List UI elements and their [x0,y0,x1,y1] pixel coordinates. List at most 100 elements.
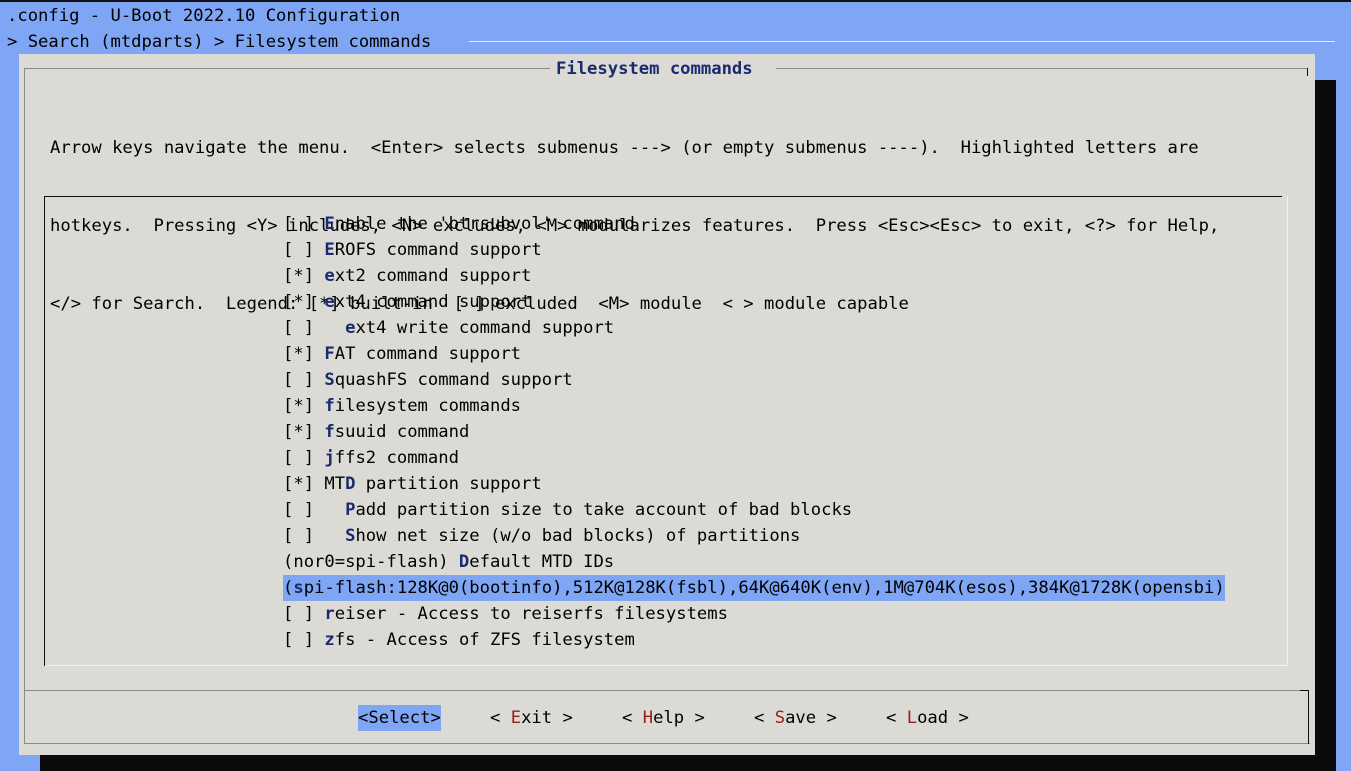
menu-item-prefix: (nor0=spi-flash) [283,552,459,572]
help-line: Arrow keys navigate the menu. <Enter> se… [50,138,1199,158]
menu-item-label: ROFS command support [334,240,542,260]
button-label: ave > [785,708,837,728]
exit-button[interactable]: < Exit > [490,705,573,731]
menu-item[interactable]: [ ] Padd partition size to take account … [283,497,1221,523]
menu-item-prefix: [*] [283,396,325,416]
menu-item-hotkey: j [324,448,335,468]
button-separator [1300,690,1309,691]
button-label: oad > [917,708,969,728]
menu-item-label: suuid command [334,422,470,442]
menu-item-hotkey: F [324,344,335,364]
button-bracket: < [754,708,775,728]
menu-item-prefix: [ ] [283,318,346,338]
menu-item-prefix: [*] [283,344,325,364]
menu-item-label: quashFS command support [334,370,573,390]
button-bracket: < [622,708,643,728]
button-hotkey: S [368,708,379,728]
button-hotkey: H [642,708,654,728]
select-button[interactable]: <Select> [358,705,441,731]
menu-item-hotkey: z [324,630,335,650]
menu-item-hotkey: e [324,292,335,312]
menu-item-hotkey: r [324,604,335,624]
menu-frame [44,196,45,666]
dialog-title: Filesystem commands [556,59,753,79]
menu-item-hotkey: P [345,500,356,520]
menu-item-label: partition support [355,474,542,494]
button-hotkey: L [906,708,918,728]
menu-item-hotkey: f [324,422,335,442]
breadcrumb: > Search (mtdparts) > Filesystem command… [7,32,432,52]
menu-item-label: xt4 write command support [355,318,615,338]
menu-item[interactable]: [*] MTD partition support [283,471,1221,497]
menu-item[interactable]: [*] ext4 command support [283,289,1221,315]
menu-frame [44,196,1282,197]
menu-item-prefix: [ ] [283,604,325,624]
help-button[interactable]: < Help > [622,705,705,731]
button-hotkey: S [774,708,786,728]
top-edge [0,0,1351,2]
menu-item-hotkey: D [458,552,470,572]
button-bar: <Select> < Exit > < Help > < Save > < Load > [0,705,1351,731]
menu-item-label: add partition size to take account of ba… [355,500,853,520]
menu-item-prefix: [ ] [283,214,325,234]
menu-item-hotkey: S [345,526,356,546]
menu-item-label: ilesystem commands [334,396,522,416]
menu-item-hotkey: s [293,578,304,598]
menu-item[interactable]: [ ] ext4 write command support [283,315,1221,341]
button-hotkey: E [510,708,522,728]
menu-frame [1287,196,1288,666]
menu-item[interactable]: [ ] reiser - Access to reiserfs filesyst… [283,601,1221,627]
dialog-shadow-right [1315,80,1336,771]
menu-item[interactable]: [*] filesystem commands [283,393,1221,419]
button-bracket: < [886,708,907,728]
menu-item-label: eiser - Access to reiserfs filesystems [334,604,728,624]
menu-item-label: AT command support [334,344,522,364]
menu-item-hotkey: e [324,266,335,286]
menu-item-prefix: [ ] [283,448,325,468]
load-button[interactable]: < Load > [886,705,969,731]
menu-item-hotkey: E [324,214,335,234]
menu-item-label: xt4 command support [334,292,532,312]
menu-frame [44,656,45,666]
dialog-shadow-bottom [40,755,1336,771]
menu-item-hotkey: f [324,396,335,416]
button-label: elp > [653,708,705,728]
menu-item[interactable]: [ ] zfs - Access of ZFS filesystem [283,627,1221,653]
menu-item[interactable]: [*] fsuuid command [283,419,1221,445]
button-bracket: < [490,708,511,728]
breadcrumb-rule [469,41,1335,42]
menu-item[interactable]: [ ] jffs2 command [283,445,1221,471]
menu-item-prefix: ( [283,578,294,598]
menu-item-hotkey: D [345,474,356,494]
menu-item-prefix: [ ] [283,240,325,260]
button-label: xit > [521,708,573,728]
menu-item-label: how net size (w/o bad blocks) of partiti… [355,526,801,546]
dialog-border [1307,68,1308,76]
menu-item[interactable]: (nor0=spi-flash) Default MTD IDs [283,549,1221,575]
menu-item[interactable]: [ ] Show net size (w/o bad blocks) of pa… [283,523,1221,549]
menu-item-hotkey: S [324,370,335,390]
button-label: elect> [378,708,441,728]
save-button[interactable]: < Save > [754,705,837,731]
menu-list: [ ] Enable the 'btrsubvol' command[ ] ER… [283,211,1225,653]
button-separator [24,690,1309,691]
menu-item-prefix: [*] [283,266,325,286]
menu-item-label: xt2 command support [334,266,532,286]
window-title: .config - U-Boot 2022.10 Configuration [7,6,401,26]
menu-item[interactable]: [ ] SquashFS command support [283,367,1221,393]
button-bracket: < [358,708,369,728]
menu-item[interactable]: [*] FAT command support [283,341,1221,367]
menu-item[interactable]: [ ] EROFS command support [283,237,1221,263]
menu-item[interactable]: (spi-flash:128K@0(bootinfo),512K@128K(fs… [283,575,1225,601]
menu-item-label: pi-flash:128K@0(bootinfo),512K@128K(fsbl… [303,578,1225,598]
menu-item[interactable]: [ ] Enable the 'btrsubvol' command [283,211,1221,237]
dialog-border [25,68,550,69]
menu-item-prefix: [*] [283,422,325,442]
menu-item-prefix: [ ] [283,370,325,390]
menu-item[interactable]: [*] ext2 command support [283,263,1221,289]
dialog-border [24,68,25,744]
menu-item-hotkey: e [345,318,356,338]
menu-item-label: ffs2 command [334,448,459,468]
menu-item-prefix: [ ] [283,630,325,650]
menu-item-prefix: [ ] [283,526,346,546]
